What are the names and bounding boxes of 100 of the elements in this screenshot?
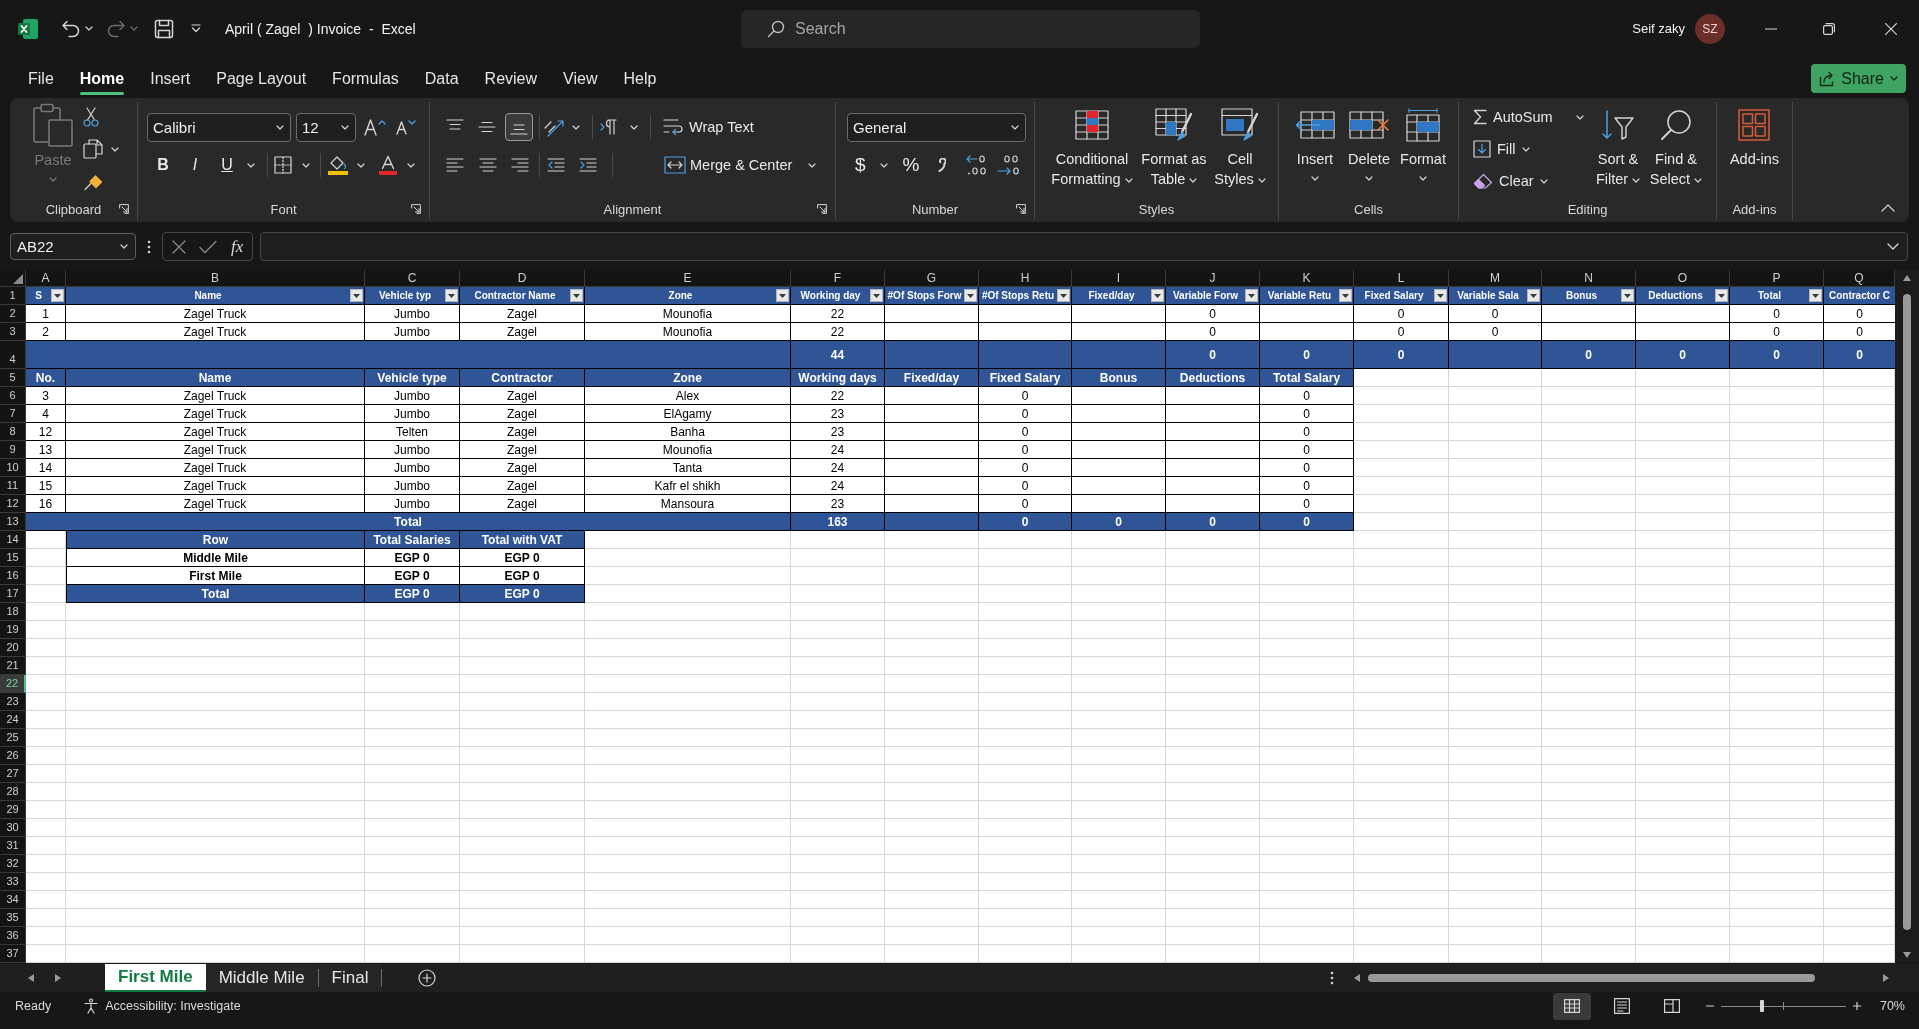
normal-view-button[interactable] [1552,992,1591,1020]
collapse-icon[interactable] [1881,204,1895,212]
cell-styles-button[interactable]: Cell Styles [1209,102,1271,189]
add-ins-button[interactable]: Add-ins [1729,102,1780,169]
row-header[interactable]: 29 [0,801,26,819]
menu-tab[interactable]: Insert [137,57,204,98]
row-header[interactable]: 25 [0,729,26,747]
column-header[interactable]: N [1542,270,1636,287]
launcher-icon[interactable] [411,204,421,214]
sheet-tab[interactable]: Middle Mile [205,964,318,992]
column-header[interactable]: J [1166,270,1260,287]
delete-button[interactable]: Delete [1342,102,1396,181]
row-header[interactable]: 35 [0,909,26,927]
cell-address-dropdown[interactable]: AB22 [10,233,136,260]
left-arrow-icon[interactable] [1354,974,1360,982]
scissors-icon[interactable] [83,107,99,127]
increase-indent-icon[interactable] [579,158,597,172]
paint-bucket-icon[interactable] [327,155,349,175]
save-icon[interactable] [154,18,174,39]
row-header[interactable]: 6 [0,387,26,405]
row-header[interactable]: 20 [0,639,26,657]
filter-button[interactable] [1057,289,1070,302]
down-arrow-icon[interactable] [1903,952,1911,958]
row-header[interactable]: 17 [0,585,26,603]
align-right-icon[interactable] [511,158,529,172]
decrease-indent-icon[interactable] [547,158,565,172]
row-header[interactable]: 36 [0,927,26,945]
row-header[interactable]: 11 [0,477,26,495]
row-header[interactable]: 3 [0,323,26,341]
decrease-decimal-icon[interactable] [996,154,1021,176]
row-header[interactable]: 9 [0,441,26,459]
row-header[interactable]: 5 [0,369,26,387]
column-header[interactable]: L [1354,270,1449,287]
font-size-dropdown[interactable]: 12 [296,112,356,142]
clear-button[interactable]: Clear [1473,173,1548,189]
row-header[interactable]: 22 [0,675,26,693]
launcher-icon[interactable] [119,204,129,214]
undo-icon[interactable] [61,19,81,38]
font-grow-icon[interactable] [364,118,386,136]
right-arrow-icon[interactable] [1883,974,1889,982]
row-header[interactable]: 2 [0,305,26,323]
up-arrow-icon[interactable] [1903,275,1911,281]
filter-button[interactable] [1245,289,1258,302]
row-header[interactable]: 28 [0,783,26,801]
row-header[interactable]: 14 [0,531,26,549]
row-header[interactable]: 16 [0,567,26,585]
row-header[interactable]: 13 [0,513,26,531]
filter-button[interactable] [1527,289,1540,302]
column-header[interactable]: G [885,270,979,287]
find-select-button[interactable]: Find & Select [1648,102,1704,189]
column-header[interactable]: C [365,270,460,287]
row-header[interactable]: 27 [0,765,26,783]
column-header[interactable]: F [791,270,885,287]
filter-button[interactable] [51,289,64,302]
copy-icon[interactable] [83,139,103,159]
row-header[interactable]: 23 [0,693,26,711]
align-bottom-button[interactable] [505,113,533,141]
select-all-icon[interactable] [13,274,23,284]
avatar[interactable]: SZ [1695,13,1725,44]
autosum-button[interactable]: AutoSum [1473,109,1553,125]
insert-function-button[interactable]: fx [231,236,244,257]
launcher-icon[interactable] [817,204,827,214]
column-header[interactable]: I [1072,270,1166,287]
column-header[interactable]: K [1260,270,1354,287]
column-header[interactable]: E [585,270,791,287]
sheet-tab[interactable]: First Mile [105,964,206,992]
more-icon[interactable] [147,239,151,254]
add-icon[interactable] [418,969,437,987]
menu-tab[interactable]: Help [610,57,670,98]
row-header[interactable]: 18 [0,603,26,621]
insert-button[interactable]: Insert [1288,102,1342,181]
align-left-icon[interactable] [446,158,464,172]
row-header[interactable]: 8 [0,423,26,441]
row-header[interactable]: 24 [0,711,26,729]
row-header[interactable]: 21 [0,657,26,675]
search-field[interactable]: Search [795,13,1200,44]
row-header[interactable]: 19 [0,621,26,639]
conditional-formatting-button[interactable]: Conditional Formatting [1045,102,1139,189]
sort-filter-button[interactable]: Sort & Filter [1590,102,1646,189]
sheet-tab[interactable]: Final [318,964,382,992]
column-header[interactable]: M [1449,270,1542,287]
row-header[interactable]: 4 [0,341,26,369]
merge-center-button[interactable]: Merge & Center [664,151,793,179]
column-header[interactable]: Q [1824,270,1895,287]
filter-button[interactable] [1339,289,1352,302]
column-header[interactable]: B [66,270,365,287]
font-name-dropdown[interactable]: Calibri [147,112,291,142]
align-center-icon[interactable] [479,158,497,172]
fill-button[interactable]: Fill [1473,140,1530,158]
search-bar[interactable]: Search [741,9,1200,48]
menu-tab[interactable]: Data [411,57,472,98]
row-header[interactable]: 12 [0,495,26,513]
column-header[interactable]: D [460,270,585,287]
column-header[interactable]: O [1636,270,1730,287]
right-arrow-icon[interactable] [55,974,61,982]
slider-thumb[interactable] [1760,1000,1765,1012]
cancel-icon[interactable] [172,239,186,254]
row-header[interactable]: 10 [0,459,26,477]
row-header[interactable]: 15 [0,549,26,567]
menu-tab[interactable]: Home [66,57,138,98]
